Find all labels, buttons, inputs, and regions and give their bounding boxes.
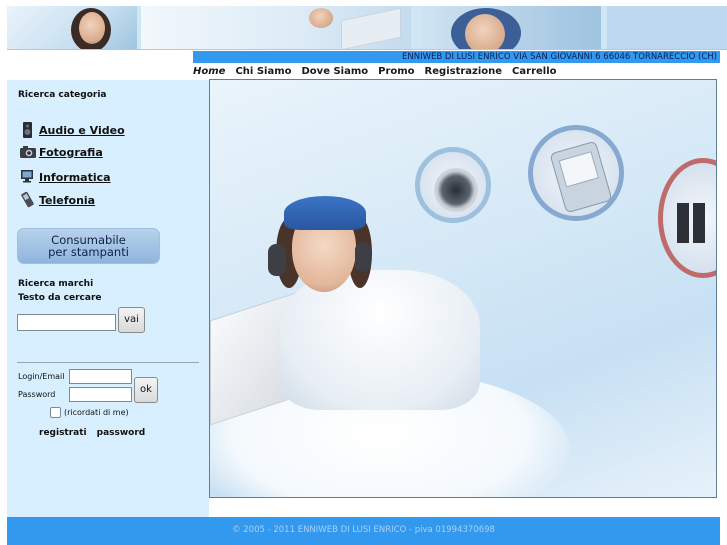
category-title: Ricerca categoria xyxy=(18,90,107,100)
search-label: Testo da cercare xyxy=(18,293,102,303)
phone-icon xyxy=(21,191,34,208)
nav-carrello[interactable]: Carrello xyxy=(512,66,556,80)
girl-illustration xyxy=(280,270,480,410)
login-input[interactable] xyxy=(69,369,132,384)
category-label: Informatica xyxy=(39,170,111,184)
consumabile-line2: per stampanti xyxy=(48,245,129,259)
speakers-bubble xyxy=(658,158,716,278)
nav-home[interactable]: Home xyxy=(193,66,225,80)
banner-photo-4 xyxy=(607,6,727,49)
search-input[interactable] xyxy=(17,314,116,331)
register-link[interactable]: registrati xyxy=(39,428,87,438)
password-label: Password xyxy=(18,390,56,399)
banner-photo-2 xyxy=(141,6,411,49)
category-label: Fotografia xyxy=(39,145,103,159)
login-label: Login/Email xyxy=(18,372,65,381)
account-links: registrati password xyxy=(39,428,145,438)
footer: © 2005 - 2011 ENNIWEB DI LUSI ENRICO - p… xyxy=(7,517,720,545)
divider xyxy=(17,362,199,363)
category-telefonia[interactable]: Telefonia xyxy=(19,191,95,209)
category-fotografia[interactable]: Fotografia xyxy=(19,144,103,160)
password-input[interactable] xyxy=(69,387,132,402)
remember-label: (ricordati di me) xyxy=(64,408,129,417)
search-button[interactable]: vai xyxy=(118,307,145,333)
nav-chi-siamo[interactable]: Chi Siamo xyxy=(235,66,291,80)
address-strip: ENNIWEB DI LUSI ENRICO VIA SAN GIOVANNI … xyxy=(193,51,720,63)
login-ok-button[interactable]: ok xyxy=(134,377,158,403)
consumabile-button[interactable]: Consumabile per stampanti xyxy=(17,228,160,264)
nav-promo[interactable]: Promo xyxy=(378,66,414,80)
category-audio-video[interactable]: Audio e Video xyxy=(19,120,125,140)
category-label: Telefonia xyxy=(39,193,96,207)
banner-photo-3 xyxy=(421,6,601,49)
camera-icon xyxy=(20,146,36,158)
nav-dove-siamo[interactable]: Dove Siamo xyxy=(302,66,369,80)
headphones-illustration xyxy=(268,244,286,276)
category-label: Audio e Video xyxy=(39,123,125,137)
nav-registrazione[interactable]: Registrazione xyxy=(425,66,503,80)
webcam-icon xyxy=(434,168,478,212)
header-banner xyxy=(7,6,727,50)
banner-photo-1 xyxy=(7,6,137,49)
speaker-icon xyxy=(23,122,32,138)
mp3-player-icon xyxy=(549,140,613,214)
remember-checkbox[interactable] xyxy=(50,407,61,418)
top-nav: Home Chi Siamo Dove Siamo Promo Registra… xyxy=(193,66,557,80)
mp3-player-bubble xyxy=(528,125,624,221)
speakers-icon xyxy=(677,203,689,243)
computer-icon xyxy=(21,170,33,183)
webcam-bubble xyxy=(415,147,491,223)
password-link[interactable]: password xyxy=(97,428,146,438)
sidebar: Ricerca categoria Audio e Video Fotograf… xyxy=(7,80,209,517)
hero-image xyxy=(209,79,717,498)
category-informatica[interactable]: Informatica xyxy=(19,168,111,186)
brand-search-title: Ricerca marchi xyxy=(18,279,94,289)
